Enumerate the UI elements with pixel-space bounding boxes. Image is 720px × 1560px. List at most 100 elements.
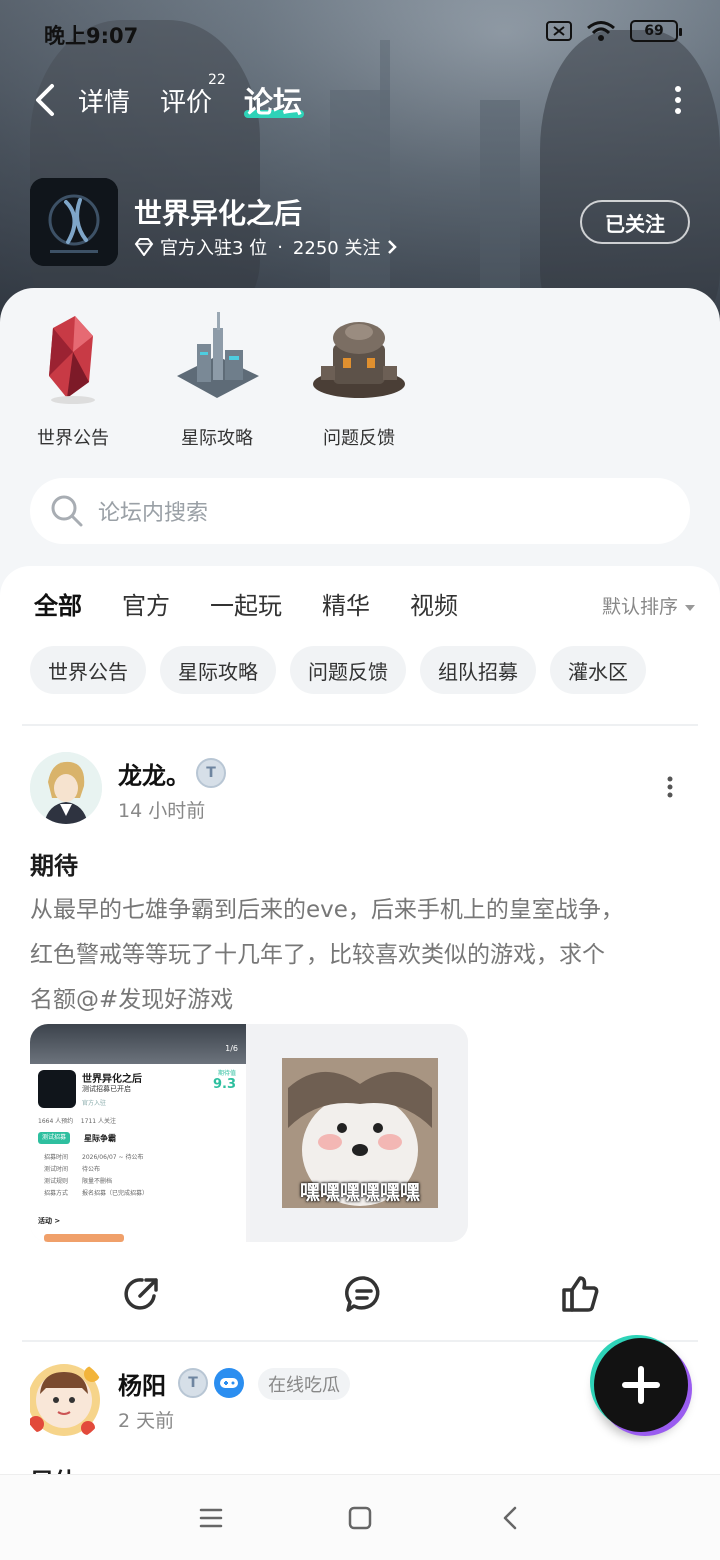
divider (22, 724, 698, 726)
game-meta[interactable]: 官方入驻3 位 · 2250 关注 (134, 234, 398, 260)
city-building-icon (177, 312, 259, 398)
create-post-button[interactable] (594, 1338, 688, 1432)
post-actions (30, 1272, 690, 1322)
post-body-line: 从最早的七雄争霸到后来的eve，后来手机上的皇室战争， (30, 897, 624, 923)
divider (22, 1340, 698, 1342)
quick-link-announcements[interactable]: 世界公告 (18, 306, 128, 450)
quick-link-label: 星际攻略 (181, 428, 253, 449)
follower-count: 2250 关注 (292, 238, 381, 259)
row-key: 招募时间 (44, 1154, 69, 1161)
quick-link-guides[interactable]: 星际攻略 (162, 306, 272, 450)
game-header: 世界异化之后 官方入驻3 位 · 2250 关注 已关注 (30, 178, 690, 268)
share-icon[interactable] (120, 1272, 164, 1316)
quick-link-feedback[interactable]: 问题反馈 (304, 306, 414, 450)
tab-reviews[interactable]: 评价 (160, 82, 212, 119)
more-options-icon[interactable] (674, 86, 682, 114)
screenshot-banner (30, 1024, 246, 1064)
forum-post[interactable]: 龙龙。 T 14 小时前 期待 从最早的七雄争霸到后来的eve，后来手机上的皇室… (30, 752, 690, 1332)
back-icon[interactable] (498, 1505, 524, 1531)
screenshot-activity-bar (44, 1234, 124, 1242)
row-key: 测试时间 (44, 1166, 69, 1173)
screenshot-game-logo (38, 1070, 76, 1108)
chip-team-recruit[interactable]: 组队招募 (420, 646, 536, 694)
menu-icon[interactable] (198, 1505, 224, 1531)
status-time: 晚上9:07 (44, 24, 139, 48)
plus-icon (622, 1366, 660, 1404)
level-badge-icon: T (196, 758, 226, 788)
avatar[interactable] (30, 1362, 106, 1442)
gamepad-badge-icon (214, 1368, 244, 1398)
feed-tab-play-together[interactable]: 一起玩 (210, 586, 282, 626)
feed-tab-video[interactable]: 视频 (410, 586, 458, 626)
quick-link-label: 世界公告 (37, 428, 109, 449)
user-avatar-image (30, 752, 102, 824)
meme-caption: 嘿嘿嘿嘿嘿嘿 (300, 1180, 420, 1204)
chip-announcements[interactable]: 世界公告 (30, 646, 146, 694)
user-avatar-image (30, 1364, 100, 1436)
screenshot-score: 9.3 (212, 1077, 236, 1092)
top-nav: 详情 评价 22 论坛 (0, 70, 720, 130)
tab-details[interactable]: 详情 (78, 82, 130, 119)
post-body-line: 红色警戒等等玩了十几年了，比较喜欢类似的游戏，求个 (30, 942, 605, 968)
row-value: 待公布 (82, 1166, 101, 1173)
official-count: 官方入驻3 位 (160, 238, 268, 259)
screenshot-rows: 招募时间 2026/06/07 ~ 待公布 测试时间 待公布 测试规则 限量不删档 招… (44, 1152, 148, 1200)
row-value: 报名招募（已完成招募） (82, 1190, 149, 1197)
row-key: 测试规则 (44, 1178, 69, 1185)
chip-chat-zone[interactable]: 灌水区 (550, 646, 646, 694)
quick-link-label: 问题反馈 (323, 428, 395, 449)
like-icon[interactable] (558, 1272, 602, 1316)
wifi-icon (587, 21, 615, 41)
feed-tab-official[interactable]: 官方 (122, 586, 170, 626)
feed-tab-all[interactable]: 全部 (34, 586, 82, 632)
sim-off-icon (546, 21, 572, 41)
review-count: 22 (208, 72, 226, 88)
screenshot-section-tag: 测试招募 (38, 1132, 71, 1144)
game-emblem-icon (30, 178, 118, 266)
search-placeholder: 论坛内搜索 (98, 501, 209, 526)
back-arrow-icon[interactable] (30, 80, 66, 120)
post-image-meme[interactable]: 嘿嘿嘿嘿嘿嘿 (250, 1024, 468, 1242)
comment-icon[interactable] (342, 1272, 386, 1316)
row-key: 招募方式 (44, 1190, 69, 1197)
level-badge-icon: T (178, 1368, 208, 1398)
status-bar: 晚上9:07 69 (0, 0, 720, 66)
post-image-screenshot[interactable]: 1/6 世界异化之后 测试招募已开启 官方入驻 期待值 9.3 1664 人预约… (30, 1024, 246, 1242)
search-icon (51, 495, 83, 527)
follow-button[interactable]: 已关注 (580, 200, 690, 244)
sort-dropdown[interactable]: 默认排序 (602, 592, 696, 619)
post-time: 14 小时前 (118, 800, 206, 822)
diamond-icon (134, 238, 154, 256)
category-chips: 世界公告 星际攻略 问题反馈 组队招募 灌水区 (30, 646, 646, 694)
battery-indicator: 69 (630, 20, 682, 42)
username[interactable]: 龙龙。 (118, 756, 190, 791)
battery-level: 69 (644, 23, 664, 39)
red-crystal-icon (49, 316, 95, 404)
chip-feedback[interactable]: 问题反馈 (290, 646, 406, 694)
forum-search-bar[interactable]: 论坛内搜索 (30, 478, 690, 544)
row-value: 2026/06/07 ~ 待公布 (82, 1154, 144, 1161)
game-logo[interactable] (30, 178, 118, 266)
system-nav-bar (0, 1474, 720, 1560)
meta-separator: · (277, 236, 283, 258)
feed-tab-featured[interactable]: 精华 (322, 586, 370, 626)
avatar[interactable] (30, 752, 102, 824)
chip-guides[interactable]: 星际攻略 (160, 646, 276, 694)
post-body-line: 名额@#发现好游戏 (30, 987, 234, 1013)
screenshot-section: 星际争霸 (84, 1134, 116, 1143)
screenshot-stats: 1664 人预约 1711 人关注 (38, 1118, 116, 1125)
screenshot-score-label: 期待值 (217, 1070, 236, 1077)
post-time: 2 天前 (118, 1410, 175, 1432)
post-title: 期待 (30, 852, 78, 880)
row-value: 限量不删档 (82, 1178, 113, 1185)
post-more-icon[interactable] (666, 776, 674, 798)
sort-label: 默认排序 (601, 596, 678, 618)
screenshot-activity: 活动 > (38, 1217, 61, 1225)
username[interactable]: 杨阳 (118, 1366, 166, 1401)
post-images: 1/6 世界异化之后 测试招募已开启 官方入驻 期待值 9.3 1664 人预约… (30, 1024, 468, 1242)
home-icon[interactable] (347, 1505, 373, 1531)
caret-down-icon (685, 605, 695, 611)
tab-forum[interactable]: 论坛 (244, 79, 302, 121)
screenshot-game-name: 世界异化之后 (82, 1074, 142, 1085)
feed-tabs: 全部 官方 一起玩 精华 视频 (34, 586, 458, 632)
